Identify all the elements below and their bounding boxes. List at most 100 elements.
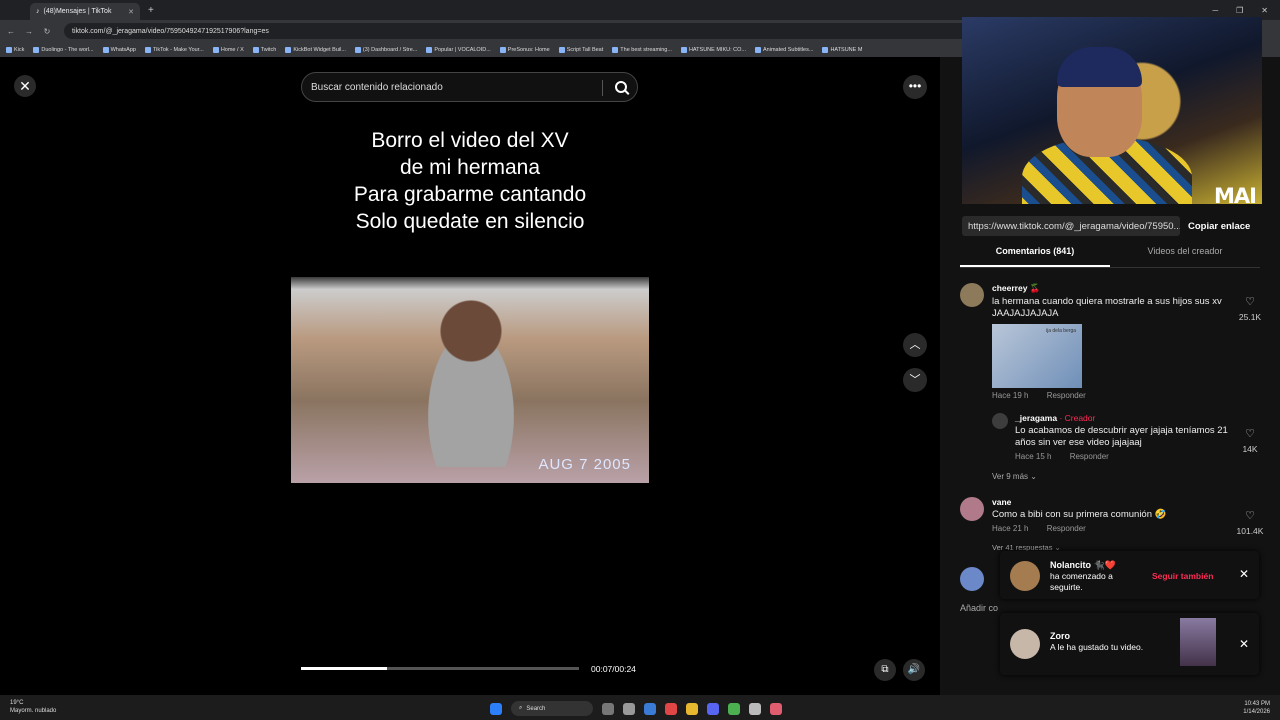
new-tab-icon[interactable]: + [148, 5, 154, 16]
reply-button[interactable]: Responder [1070, 452, 1109, 461]
file-explorer-icon[interactable] [686, 702, 698, 715]
reply-button[interactable]: Responder [1047, 391, 1086, 400]
close-window-icon[interactable]: ✕ [1261, 6, 1268, 15]
reload-icon[interactable]: ↻ [40, 27, 54, 36]
clock-time: 10:43 PM [1244, 701, 1270, 707]
tab-comments[interactable]: Comentarios (841) [960, 246, 1110, 267]
comment-meta: Hace 19 h Responder [992, 391, 1232, 400]
search-icon[interactable] [615, 81, 627, 93]
bookmark-item[interactable]: Script Tall Beat [558, 46, 603, 53]
bookmark-item[interactable]: Popular | VOCALOID... [426, 46, 491, 53]
bookmark-item[interactable]: Kick [6, 46, 25, 53]
bookmark-item[interactable]: KickBot Widget Buil... [285, 46, 346, 53]
comment-username[interactable]: vane [992, 497, 1232, 507]
like-notification[interactable]: Zoro A le ha gustado tu video. ✕ [1000, 613, 1259, 675]
clip-date-stamp: AUG 7 2005 [538, 456, 631, 473]
clock[interactable]: 10:43 PM 1/14/2026 [1243, 700, 1270, 716]
bookmark-label: HATSUNE M [830, 46, 863, 53]
heart-icon[interactable]: ♡ [1230, 295, 1270, 308]
bookmark-label: Kick [14, 46, 25, 53]
close-tab-icon[interactable]: ✕ [128, 8, 134, 16]
bookmark-icon [822, 46, 829, 53]
widgets-icon[interactable] [623, 702, 635, 715]
avatar[interactable] [960, 497, 984, 521]
like-count: 14K [1242, 444, 1258, 454]
bookmark-item[interactable]: Animated Subtitles... [755, 46, 813, 53]
reply-button[interactable]: Responder [1047, 524, 1086, 533]
maximize-icon[interactable]: ❐ [1236, 6, 1243, 15]
window-controls: ─ ❐ ✕ [1212, 6, 1280, 15]
comment-username[interactable]: cheerrey 🍒 [992, 283, 1232, 294]
comment-username[interactable]: _jeragama · Creador [1015, 413, 1235, 423]
comment-sticker-image: ija dela berga [992, 324, 1082, 388]
related-search-input[interactable]: Buscar contenido relacionado [301, 72, 638, 102]
heart-icon[interactable]: ♡ [1230, 427, 1270, 440]
chrome-icon[interactable] [728, 702, 740, 715]
view-more-replies[interactable]: Ver 9 más ⌄ [960, 472, 1270, 484]
video-caption: Borro el video del XV de mi hermana Para… [291, 127, 649, 235]
back-icon[interactable]: ← [4, 27, 18, 36]
comment-body: cheerrey 🍒 la hermana cuando quiera most… [992, 283, 1232, 400]
bookmark-label: Twitch [260, 46, 277, 53]
pip-button[interactable]: ⧉ [874, 659, 896, 681]
taskbar-search[interactable]: ⌕ Search [511, 701, 593, 716]
bookmark-icon [426, 46, 433, 53]
more-options-icon[interactable]: ••• [903, 75, 927, 99]
music-icon[interactable] [770, 702, 782, 715]
notification-user: Nolancito 🐈‍⬛❤️ [1050, 560, 1116, 570]
app-icon[interactable] [665, 702, 677, 715]
bookmark-item[interactable]: WhatsApp [102, 46, 136, 53]
close-player-button[interactable]: ✕ [14, 75, 36, 97]
bookmark-icon [144, 46, 151, 53]
pip-icon: ⧉ [881, 664, 889, 675]
comment-likes: ♡ 14K [1230, 427, 1270, 454]
settings-icon[interactable] [749, 702, 761, 715]
avatar[interactable] [960, 567, 984, 591]
bookmark-item[interactable]: Twitch [252, 46, 277, 53]
edge-icon[interactable] [644, 702, 656, 715]
forward-icon[interactable]: → [22, 27, 36, 36]
bookmark-icon [212, 46, 219, 53]
browser-tab[interactable]: ♪ (48)Mensajes | TikTok ✕ [30, 3, 140, 20]
bookmark-item[interactable]: The best streaming... [612, 46, 672, 53]
bookmark-item[interactable]: Duolingo - The worl... [33, 46, 94, 53]
discord-icon[interactable] [707, 702, 719, 715]
bookmark-icon [612, 46, 619, 53]
previous-video-button[interactable]: ︿ [903, 333, 927, 357]
bookmark-label: KickBot Widget Buil... [293, 46, 346, 53]
bookmark-label: HATSUNE MIKU: CO... [688, 46, 746, 53]
share-link-text: https://www.tiktok.com/@_jeragama/video/… [968, 220, 1180, 232]
copy-link-button[interactable]: Copiar enlace [1188, 221, 1250, 232]
bookmark-item[interactable]: PreSonus: Home [499, 46, 550, 53]
windows-start-icon[interactable] [490, 702, 502, 715]
bookmark-item[interactable]: TikTok - Make Your... [144, 46, 204, 53]
weather-widget[interactable]: 19°C Mayorm. nublado [10, 699, 56, 715]
task-view-icon[interactable] [602, 702, 614, 715]
add-comment-input[interactable]: Añadir co [960, 603, 998, 613]
share-link-row: https://www.tiktok.com/@_jeragama/video/… [962, 215, 1264, 237]
comment-body: vane Como a bibi con su primera comunión… [992, 497, 1232, 533]
bookmark-icon [558, 46, 565, 53]
bookmark-item[interactable]: Home / X [212, 46, 244, 53]
follow-back-button[interactable]: Seguir también [1152, 571, 1213, 581]
minimize-icon[interactable]: ─ [1212, 6, 1218, 15]
url-field[interactable]: tiktok.com/@_jeragama/video/759504924719… [64, 23, 984, 39]
close-icon[interactable]: ✕ [1239, 637, 1249, 651]
bookmark-item[interactable]: HATSUNE M [822, 46, 863, 53]
avatar[interactable] [992, 413, 1008, 429]
avatar[interactable] [960, 283, 984, 307]
tab-creator-videos[interactable]: Videos del creador [1110, 246, 1260, 267]
heart-icon[interactable]: ♡ [1230, 509, 1270, 522]
bookmark-item[interactable]: HATSUNE MIKU: CO... [680, 46, 746, 53]
progress-bar[interactable] [301, 667, 579, 670]
volume-button[interactable]: 🔊 [903, 659, 925, 681]
bookmark-item[interactable]: (3) Dashboard / Stre... [354, 46, 417, 53]
video-player[interactable]: Buscar contenido relacionado Borro el vi… [291, 61, 649, 695]
follow-notification[interactable]: Nolancito 🐈‍⬛❤️ ha comenzado a seguirte.… [1000, 551, 1259, 599]
share-link-field[interactable]: https://www.tiktok.com/@_jeragama/video/… [962, 216, 1180, 236]
bookmark-label: TikTok - Make Your... [152, 46, 204, 53]
creator-badge: · Creador [1059, 413, 1096, 423]
windows-taskbar: 19°C Mayorm. nublado ⌕ Search 10:43 PM 1/… [0, 695, 1280, 720]
next-video-button[interactable]: ﹀ [903, 368, 927, 392]
close-icon[interactable]: ✕ [1239, 567, 1249, 581]
